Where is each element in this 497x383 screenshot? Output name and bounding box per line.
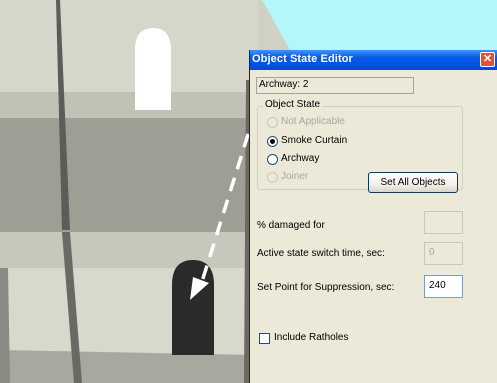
object-name: Archway: 2 (259, 79, 309, 90)
setpoint-suppression-field[interactable]: 240 (424, 275, 463, 298)
damaged-for-label: % damaged for (257, 220, 325, 231)
object-state-editor-window: Object State Editor ✕ Archway: 2 Object … (249, 50, 497, 383)
wall-ledge (0, 92, 258, 118)
set-all-objects-button[interactable]: Set All Objects (368, 172, 458, 193)
radio-label-not-applicable: Not Applicable (281, 116, 345, 127)
switch-time-field[interactable]: 0 (424, 242, 463, 265)
radio-joiner[interactable] (267, 172, 278, 183)
title-bar[interactable]: Object State Editor ✕ (250, 50, 497, 70)
switch-time-label: Active state switch time, sec: (257, 248, 385, 259)
floor-strip (0, 350, 258, 383)
radio-selected-dot (270, 139, 275, 144)
archway-opening (135, 28, 171, 110)
radio-label-smoke-curtain: Smoke Curtain (281, 135, 348, 146)
close-button[interactable]: ✕ (480, 52, 495, 67)
include-ratholes-checkbox[interactable] (259, 333, 270, 344)
wall-panel-upper (0, 0, 258, 92)
radio-label-joiner: Joiner (281, 171, 309, 182)
radio-not-applicable[interactable] (267, 117, 278, 128)
include-ratholes-label: Include Ratholes (274, 332, 349, 343)
smoke-curtain-archway (172, 260, 214, 355)
damaged-for-field[interactable] (424, 211, 463, 234)
radio-label-archway: Archway (281, 153, 320, 164)
setpoint-suppression-label: Set Point for Suppression, sec: (257, 282, 395, 293)
radio-smoke-curtain[interactable] (267, 136, 278, 147)
radio-archway[interactable] (267, 154, 278, 165)
object-state-group-label: Object State (263, 99, 323, 110)
window-title: Object State Editor (252, 53, 353, 65)
wall-panel-lower-ledge (0, 232, 258, 268)
